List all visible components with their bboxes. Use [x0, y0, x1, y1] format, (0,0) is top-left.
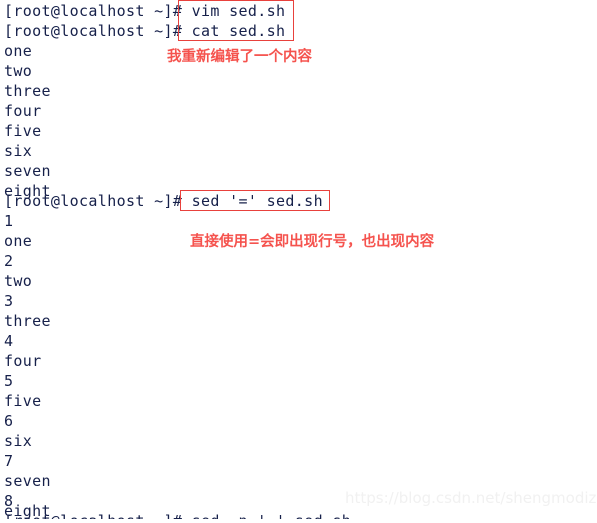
terminal-line-clipped: [root@localhost ~]# sed -n '=' sed.sh — [4, 510, 351, 519]
annotation-note-1: 我重新编辑了一个内容 — [167, 49, 312, 65]
shell-prompt: [root@localhost ~]# — [4, 22, 183, 40]
watermark: https://blog.csdn.net/shengmodizu — [345, 489, 597, 507]
shell-prompt: [root@localhost ~]# — [4, 512, 182, 519]
annotation-note-2: 直接使用=会即出现行号，也出现内容 — [190, 234, 435, 250]
shell-command: sed -n '=' sed.sh — [182, 512, 351, 519]
shell-prompt: [root@localhost ~]# — [4, 192, 183, 210]
shell-prompt: [root@localhost ~]# — [4, 2, 183, 20]
sed-equal-command-box[interactable] — [180, 190, 330, 211]
terminal-window[interactable]: [root@localhost ~]# vim sed.sh [root@loc… — [0, 0, 597, 520]
vim-cat-command-box[interactable] — [178, 0, 294, 41]
